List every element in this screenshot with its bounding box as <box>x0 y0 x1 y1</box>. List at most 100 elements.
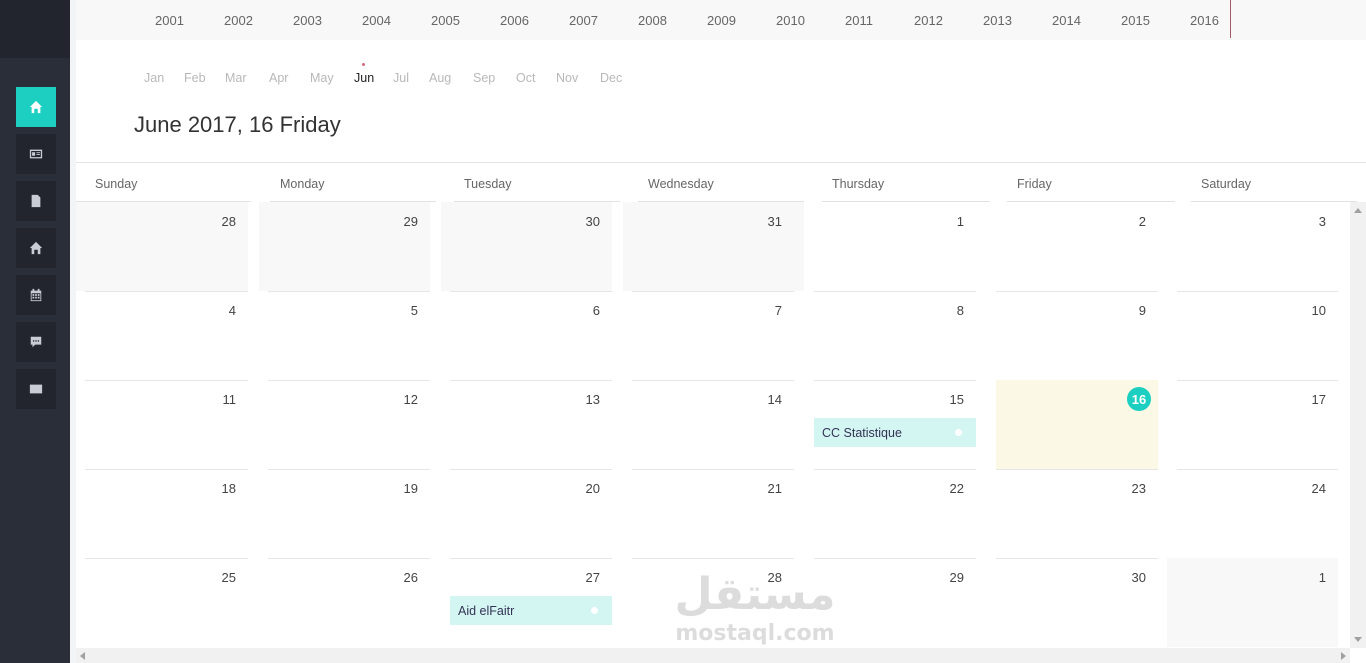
calendar-event[interactable]: CC Statistique <box>814 418 976 447</box>
day-cell[interactable]: 4 <box>85 291 248 380</box>
year-2012[interactable]: 2012 <box>914 13 943 28</box>
day-cell[interactable]: 26 <box>268 558 430 647</box>
scroll-down-icon[interactable] <box>1354 637 1362 642</box>
day-cell[interactable]: 7 <box>632 291 794 380</box>
month-aug[interactable]: Aug <box>429 71 451 85</box>
day-cell[interactable]: 3 <box>1177 202 1338 291</box>
month-may[interactable]: May <box>310 71 334 85</box>
year-2011[interactable]: 2011 <box>845 13 873 28</box>
weekday-tuesday: Tuesday <box>464 177 512 191</box>
day-cell[interactable]: 21 <box>632 469 794 558</box>
home-icon <box>29 100 43 114</box>
day-number: 18 <box>221 481 236 496</box>
day-number: 20 <box>585 481 600 496</box>
month-dec[interactable]: Dec <box>600 71 622 85</box>
nav-messages-button[interactable] <box>16 322 56 362</box>
day-cell[interactable]: 1 <box>814 202 976 291</box>
year-2008[interactable]: 2008 <box>638 13 667 28</box>
weekday-saturday: Saturday <box>1201 177 1252 191</box>
day-number: 28 <box>221 214 236 229</box>
day-number: 1 <box>1318 570 1326 585</box>
calendar-main: 2001 2002 2003 2004 2005 2006 2007 2008 2009 2010… <box>70 0 1366 663</box>
month-jan[interactable]: Jan <box>144 71 164 85</box>
sidebar-top-bar <box>0 0 70 58</box>
day-cell[interactable]: 19 <box>268 469 430 558</box>
day-cell[interactable]: 2 <box>996 202 1158 291</box>
horizontal-scrollbar[interactable] <box>76 648 1350 663</box>
month-jul[interactable]: Jul <box>393 71 409 85</box>
day-cell[interactable]: 25 <box>85 558 248 647</box>
day-cell[interactable]: 23 <box>996 469 1158 558</box>
year-2015[interactable]: 2015 <box>1121 13 1150 28</box>
year-selector: 2001 2002 2003 2004 2005 2006 2007 2008 2009 2010… <box>76 0 1366 40</box>
day-cell[interactable]: 20 <box>450 469 612 558</box>
day-cell[interactable]: 31 <box>623 202 804 291</box>
day-cell[interactable]: 17 <box>1177 380 1338 469</box>
month-feb[interactable]: Feb <box>184 71 206 85</box>
year-2004[interactable]: 2004 <box>362 13 391 28</box>
month-sep[interactable]: Sep <box>473 71 495 85</box>
day-number: 22 <box>949 481 964 496</box>
day-cell[interactable]: 11 <box>85 380 248 469</box>
day-cell[interactable]: 8 <box>814 291 976 380</box>
month-jun[interactable]: Jun <box>354 71 374 85</box>
day-cell[interactable]: 30 <box>441 202 612 291</box>
event-title: Aid elFaitr <box>458 603 515 618</box>
day-cell[interactable]: 12 <box>268 380 430 469</box>
day-cell[interactable]: 30 <box>996 558 1158 647</box>
day-cell[interactable]: 29 <box>814 558 976 647</box>
year-2007[interactable]: 2007 <box>569 13 598 28</box>
nav-home-button[interactable] <box>16 87 56 127</box>
year-2013[interactable]: 2013 <box>983 13 1012 28</box>
calendar-event[interactable]: Aid elFaitr <box>450 596 612 625</box>
day-cell[interactable]: 22 <box>814 469 976 558</box>
vertical-scrollbar[interactable] <box>1350 202 1366 648</box>
day-number: 3 <box>1318 214 1326 229</box>
nav-profile-button[interactable] <box>16 134 56 174</box>
year-2014[interactable]: 2014 <box>1052 13 1081 28</box>
scroll-up-icon[interactable] <box>1354 208 1362 213</box>
day-number: 21 <box>767 481 782 496</box>
sidebar <box>0 0 70 663</box>
day-cell[interactable]: 28 <box>632 558 794 647</box>
today-badge: 16 <box>1127 387 1151 411</box>
day-cell[interactable]: 24 <box>1177 469 1338 558</box>
year-2010[interactable]: 2010 <box>776 13 805 28</box>
weekday-monday: Monday <box>280 177 325 191</box>
day-number: 5 <box>410 303 418 318</box>
day-cell[interactable]: 29 <box>259 202 430 291</box>
day-cell[interactable]: 10 <box>1177 291 1338 380</box>
month-mar[interactable]: Mar <box>225 71 247 85</box>
nav-calendar-button[interactable] <box>16 275 56 315</box>
day-cell[interactable]: 9 <box>996 291 1158 380</box>
day-cell[interactable]: 28 <box>76 202 248 291</box>
nav-house-button[interactable] <box>16 228 56 268</box>
year-2009[interactable]: 2009 <box>707 13 736 28</box>
scroll-left-icon[interactable] <box>80 652 85 660</box>
month-oct[interactable]: Oct <box>516 71 535 85</box>
year-scroll-marker <box>1230 0 1231 38</box>
day-cell[interactable]: 18 <box>85 469 248 558</box>
day-number: 7 <box>774 303 782 318</box>
day-cell[interactable]: 13 <box>450 380 612 469</box>
year-2003[interactable]: 2003 <box>293 13 322 28</box>
scroll-right-icon[interactable] <box>1341 652 1346 660</box>
day-number: 2 <box>1138 214 1146 229</box>
year-2016[interactable]: 2016 <box>1190 13 1219 28</box>
calendar-icon <box>30 288 42 302</box>
envelope-icon <box>29 384 43 394</box>
day-cell[interactable]: 5 <box>268 291 430 380</box>
day-cell[interactable]: 6 <box>450 291 612 380</box>
day-number: 24 <box>1311 481 1326 496</box>
month-nov[interactable]: Nov <box>556 71 578 85</box>
year-2005[interactable]: 2005 <box>431 13 460 28</box>
day-cell-today[interactable]: 16 <box>996 380 1158 469</box>
month-apr[interactable]: Apr <box>269 71 288 85</box>
year-2001[interactable]: 2001 <box>155 13 184 28</box>
day-cell[interactable]: 14 <box>632 380 794 469</box>
nav-mail-button[interactable] <box>16 369 56 409</box>
day-cell[interactable]: 1 <box>1167 558 1338 647</box>
year-2002[interactable]: 2002 <box>224 13 253 28</box>
year-2006[interactable]: 2006 <box>500 13 529 28</box>
nav-documents-button[interactable] <box>16 181 56 221</box>
